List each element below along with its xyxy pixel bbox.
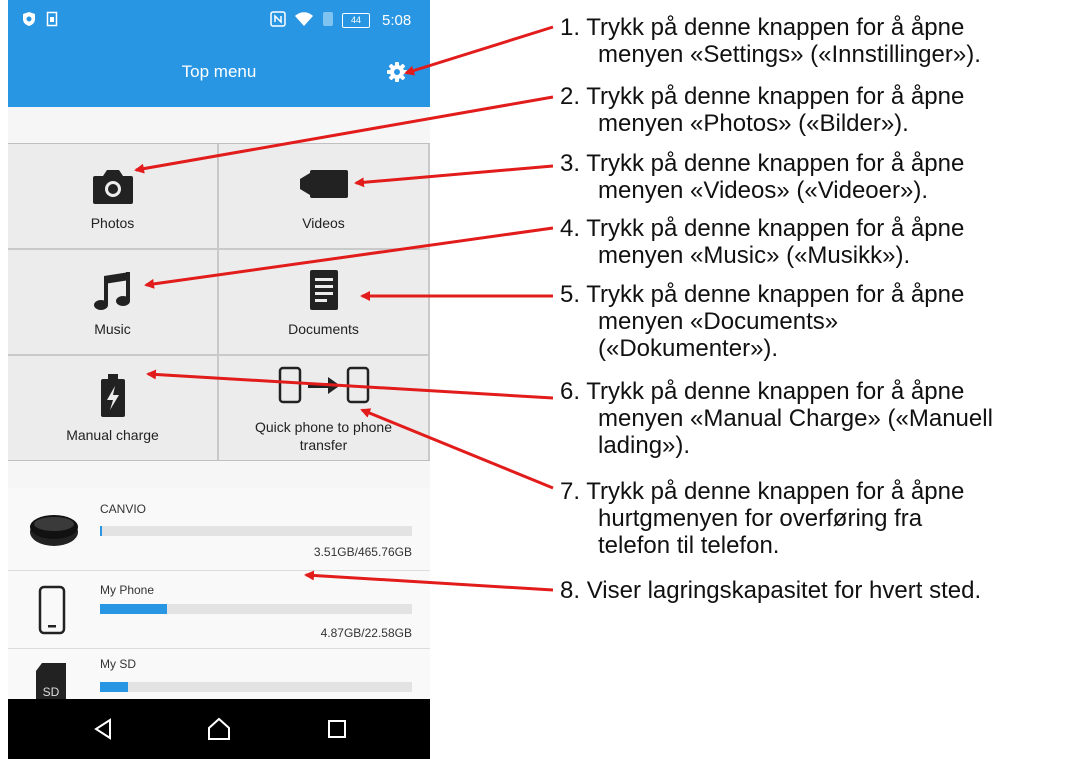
annotation-line: menyen «Videos» («Videoer»). xyxy=(598,177,928,204)
annotation-3: 3. Trykk på denne knappen for å åpne men… xyxy=(560,150,964,204)
annotation-number: 6. xyxy=(560,378,581,405)
app-bar: Top menu xyxy=(8,42,430,107)
tile-label-line1: Quick phone to phone xyxy=(255,419,392,435)
annotation-line: Trykk på denne knappen for å åpne xyxy=(586,378,965,405)
annotation-1: 1. Trykk på denne knappen for å åpne men… xyxy=(560,14,981,68)
storage-bar xyxy=(100,604,412,614)
annotation-line: hurtgmenyen for overføring fra xyxy=(598,505,923,532)
phone-transfer-button[interactable]: Quick phone to phone transfer xyxy=(219,356,428,460)
storage-name: CANVIO xyxy=(100,502,147,516)
annotation-line: lading»). xyxy=(598,432,691,459)
annotation-line: Trykk på denne knappen for å åpne xyxy=(586,478,965,505)
tile-label: Documents xyxy=(288,321,359,337)
tile-label: Quick phone to phone transfer xyxy=(219,418,428,454)
annotation-line: telefon til telefon. xyxy=(598,532,780,559)
annotation-4: 4. Trykk på denne knappen for å åpne men… xyxy=(560,215,964,269)
battery-icon: 44 xyxy=(342,13,370,28)
documents-button[interactable]: Documents xyxy=(219,250,428,354)
photos-button[interactable]: Photos xyxy=(8,144,217,248)
hard-drive-icon xyxy=(28,510,80,555)
annotation-6: 6. Trykk på denne knappen for å åpne men… xyxy=(560,378,993,459)
bluetooth-icon xyxy=(322,11,334,33)
storage-name: My SD xyxy=(100,657,136,671)
shield-icon xyxy=(22,11,36,33)
storage-capacity: 4.87GB/22.58GB xyxy=(320,626,412,640)
sd-card-icon: SD xyxy=(34,663,68,703)
tile-label: Music xyxy=(94,321,131,337)
battery-level: 44 xyxy=(350,15,361,25)
music-note-icon xyxy=(8,268,217,312)
annotation-line: Trykk på denne knappen for å åpne xyxy=(586,281,965,308)
annotation-number: 5. xyxy=(560,281,581,308)
storage-bar xyxy=(100,526,412,536)
annotation-line: menyen «Settings» («Innstillinger»). xyxy=(598,41,981,68)
videos-button[interactable]: Videos xyxy=(219,144,428,248)
tile-label: Manual charge xyxy=(66,427,159,443)
video-camera-icon xyxy=(219,162,428,206)
home-icon[interactable] xyxy=(204,714,234,744)
storage-capacity: 3.51GB/465.76GB xyxy=(313,545,412,559)
phone-transfer-icon xyxy=(219,366,428,410)
phone-icon xyxy=(38,585,66,640)
annotation-line: menyen «Documents» xyxy=(598,308,839,335)
storage-bar-fill xyxy=(100,526,103,536)
wifi-icon xyxy=(294,11,314,33)
sd-card-label: SD xyxy=(43,685,60,699)
nfc-icon xyxy=(270,11,286,33)
annotation-line: menyen «Photos» («Bilder»). xyxy=(598,110,909,137)
annotation-number: 3. xyxy=(560,150,581,177)
battery-charge-icon xyxy=(8,374,217,418)
annotation-5: 5. Trykk på denne knappen for å åpne men… xyxy=(560,281,964,362)
storage-item-canvio[interactable]: CANVIO 3.51GB/465.76GB xyxy=(8,488,430,571)
annotation-number: 8. xyxy=(560,577,581,604)
storage-bar-fill xyxy=(100,682,129,692)
status-time: 5:08 xyxy=(382,12,412,29)
storage-name: My Phone xyxy=(100,583,155,597)
annotation-number: 2. xyxy=(560,83,581,110)
tile-label-line2: transfer xyxy=(299,437,348,453)
annotation-line: Trykk på denne knappen for å åpne xyxy=(586,83,965,110)
tile-label: Videos xyxy=(302,215,345,231)
storage-item-phone[interactable]: My Phone 4.87GB/22.58GB xyxy=(8,571,430,649)
tile-label: Photos xyxy=(90,215,135,231)
status-bar: 44 5:08 xyxy=(8,0,430,42)
navigation-bar xyxy=(8,699,430,759)
annotation-7: 7. Trykk på denne knappen for å åpne hur… xyxy=(560,478,964,559)
annotation-8: 8. Viser lagringskapasitet for hvert ste… xyxy=(560,577,981,604)
annotation-number: 7. xyxy=(560,478,581,505)
music-button[interactable]: Music xyxy=(8,250,217,354)
annotation-line: menyen «Manual Charge» («Manuell xyxy=(598,405,993,432)
annotation-line: Trykk på denne knappen for å åpne xyxy=(586,14,965,41)
manual-charge-button[interactable]: Manual charge xyxy=(8,356,217,460)
menu-grid: Photos Videos Music Documents Manual cha… xyxy=(8,143,430,461)
annotation-line: («Dokumenter»). xyxy=(598,335,779,362)
storage-bar xyxy=(100,682,412,692)
annotation-line: Trykk på denne knappen for å åpne xyxy=(586,150,965,177)
storage-item-sd[interactable]: SD My SD xyxy=(8,649,430,703)
sim-icon xyxy=(46,11,58,33)
phone-screen: 44 5:08 Top menu Photos Videos Music Doc… xyxy=(8,0,430,759)
annotation-line: menyen «Music» («Musikk»). xyxy=(598,242,911,269)
back-icon[interactable] xyxy=(88,714,118,744)
annotation-number: 4. xyxy=(560,215,581,242)
camera-icon xyxy=(8,162,217,206)
recents-icon[interactable] xyxy=(322,714,352,744)
annotation-2: 2. Trykk på denne knappen for å åpne men… xyxy=(560,83,964,137)
annotation-number: 1. xyxy=(560,14,581,41)
document-icon xyxy=(219,268,428,312)
annotation-line: Trykk på denne knappen for å åpne xyxy=(586,215,965,242)
storage-bar-fill xyxy=(100,604,168,614)
page-title: Top menu xyxy=(181,62,257,81)
annotation-line: Viser lagringskapasitet for hvert sted. xyxy=(586,577,982,604)
gear-icon[interactable] xyxy=(386,61,408,83)
